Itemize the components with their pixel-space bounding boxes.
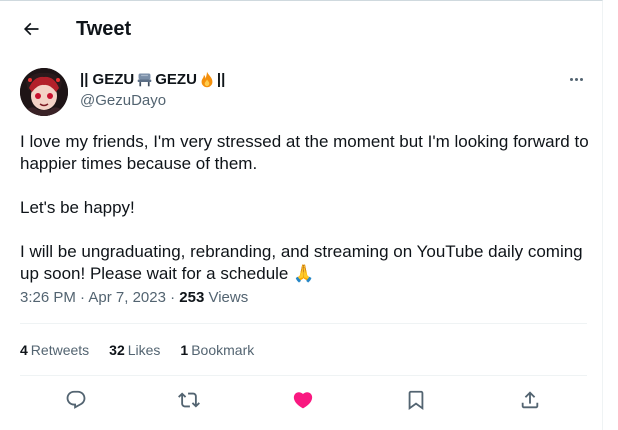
avatar[interactable] [20,68,68,116]
divider [20,375,587,376]
like-button[interactable] [288,385,318,415]
retweet-button[interactable] [174,385,204,415]
page-header: Tweet [0,1,603,54]
tweet-meta: 3:26 PM · Apr 7, 2023 · 253 Views [20,288,248,307]
page-title: Tweet [76,18,132,40]
reply-button[interactable] [61,385,91,415]
praying-hands-emoji: 🙏 [293,264,315,284]
tweet-text: I love my friends, I'm very stressed at … [20,131,595,285]
action-bar [20,385,587,415]
share-icon [521,391,539,409]
author-name-part-3: || [216,71,226,88]
likes-count: 32 [109,342,125,358]
meta-separator: · [165,289,180,306]
more-button[interactable] [565,69,587,89]
tweet-stats: 4 Retweets 32 Likes 1 Bookmark [20,341,254,359]
meta-separator: · [75,289,89,306]
like-icon [293,392,313,409]
bookmarks-stat[interactable]: 1 Bookmark [180,341,254,359]
seat-emoji-icon [137,73,152,87]
likes-label: Likes [127,342,161,358]
author-name[interactable]: || GEZU GEZU || [80,70,225,89]
likes-stat[interactable]: 32 Likes [109,341,160,359]
tweet-paragraph: I will be ungraduating, rebranding, and … [20,241,595,285]
tweet-time[interactable]: 3:26 PM [20,289,76,306]
reply-icon [66,390,86,409]
retweet-icon [178,392,200,408]
back-arrow-icon [23,22,39,36]
bookmarks-count: 1 [180,342,189,358]
views-label: Views [204,289,249,306]
more-icon-dot [579,77,583,81]
views-count: 253 [179,289,205,306]
avatar-image [20,68,68,116]
retweets-stat[interactable]: 4 Retweets [20,341,89,359]
divider [20,323,587,324]
author-handle[interactable]: @GezuDayo [80,91,166,110]
author-name-part-2: GEZU [155,71,197,88]
tweet-date[interactable]: Apr 7, 2023 [88,289,166,306]
fire-emoji-icon [201,71,213,88]
share-button[interactable] [515,385,545,415]
bookmarks-label: Bookmark [191,342,255,358]
more-icon-dot [574,77,578,81]
more-icon [569,77,573,81]
bookmark-button[interactable] [401,385,431,415]
author-name-part-1: || GEZU [80,71,135,88]
retweets-label: Retweets [30,342,90,358]
tweet-detail-panel: Tweet || GEZU GEZU || @GezuDayo I love m… [0,0,603,430]
retweets-count: 4 [20,342,28,358]
bookmark-icon [408,390,424,411]
tweet-paragraph: I love my friends, I'm very stressed at … [20,132,589,173]
tweet-paragraph: Let's be happy! [20,198,135,217]
back-button[interactable] [14,13,48,45]
